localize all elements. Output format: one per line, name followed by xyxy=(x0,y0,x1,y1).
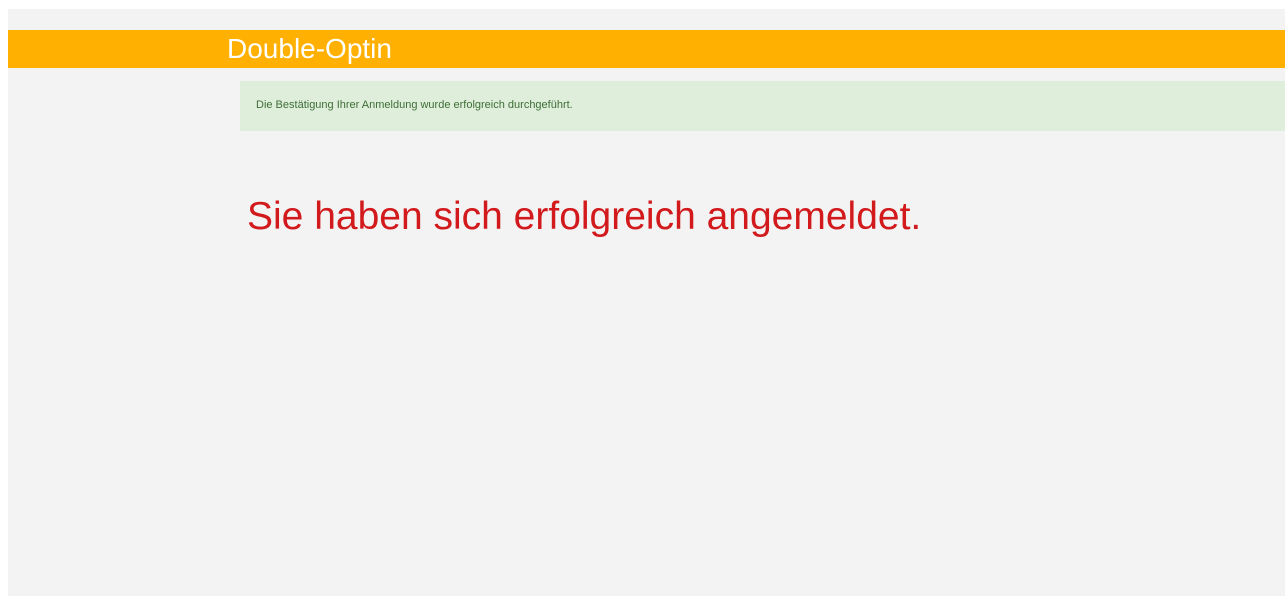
alert-message: Die Bestätigung Ihrer Anmeldung wurde er… xyxy=(256,99,573,111)
header-bar: Double-Optin xyxy=(8,30,1285,68)
success-headline: Sie haben sich erfolgreich angemeldet. xyxy=(247,195,922,238)
success-alert: Die Bestätigung Ihrer Anmeldung wurde er… xyxy=(240,81,1285,131)
page-title: Double-Optin xyxy=(227,33,392,64)
page-content: Double-Optin Die Bestätigung Ihrer Anmel… xyxy=(8,9,1285,596)
screenshot-frame: g Double-Optin Die Bestätigung Ihrer Anm… xyxy=(0,0,1285,596)
